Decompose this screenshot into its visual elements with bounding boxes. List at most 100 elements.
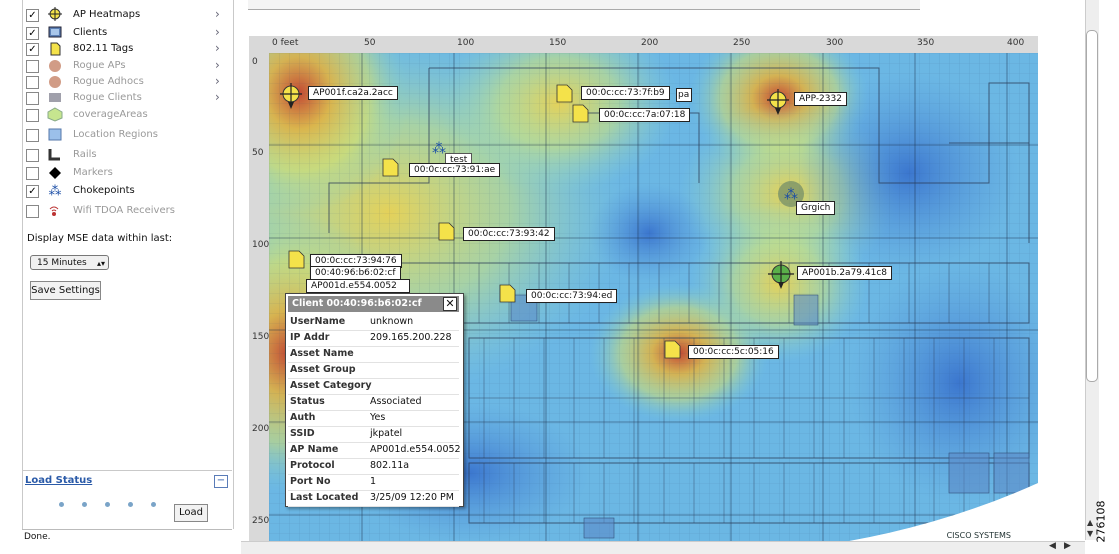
popup-row: Last Located 3/25/09 12:20 PM	[288, 490, 459, 507]
client-label-hidden[interactable]: pa	[676, 88, 692, 102]
popup-field-value: Yes	[370, 412, 386, 423]
rogue-ap-icon	[47, 58, 65, 73]
layer-label: Rails	[73, 149, 97, 160]
layer-checkbox[interactable]: ✓	[26, 43, 39, 56]
layer-panel: ✓ AP Heatmaps › ✓ Clients › ✓ 802.11 Tags › Rogue…	[0, 0, 240, 554]
layer-row[interactable]: ✓ 802.11 Tags ›	[25, 41, 225, 57]
tags-icon	[47, 41, 65, 56]
ap-label[interactable]: AP001b.2a79.41c8	[797, 266, 893, 280]
tag-label[interactable]: 00:0c:cc:7a:07:18	[599, 108, 691, 122]
horizontal-scrollbar[interactable]	[241, 541, 1085, 554]
close-icon[interactable]: ✕	[443, 297, 457, 311]
layer-row[interactable]: ✓ Clients ›	[25, 25, 225, 41]
vertical-scroll-thumb[interactable]	[1086, 30, 1098, 382]
chevron-right-icon[interactable]: ›	[215, 25, 220, 39]
status-text: Done.	[24, 532, 51, 542]
chevron-right-icon[interactable]: ›	[215, 90, 220, 104]
chokepoint-label[interactable]: Grgich	[796, 201, 836, 215]
layer-row[interactable]: ✓ ⁂ Chokepoints	[25, 183, 225, 199]
ap-label[interactable]: APP-2332	[794, 92, 847, 106]
layer-label: coverageAreas	[73, 109, 148, 120]
marker-icon	[47, 165, 65, 180]
scroll-up-icon[interactable]: ▲	[1087, 518, 1093, 527]
layer-checkbox[interactable]	[26, 205, 39, 218]
ruler-tick-x: 50	[364, 38, 376, 48]
layer-checkbox[interactable]	[26, 167, 39, 180]
layer-row[interactable]: Rogue Adhocs ›	[25, 74, 225, 90]
svg-text:⁂: ⁂	[432, 141, 446, 157]
popup-field-label: Auth	[290, 412, 316, 423]
layer-row[interactable]: Rogue Clients ›	[25, 90, 225, 106]
layer-checkbox[interactable]: ✓	[26, 185, 39, 198]
popup-field-value: AP001d.e554.0052	[370, 444, 461, 455]
ap-label-hidden[interactable]: AP001d.e554.0052	[306, 279, 410, 293]
collapse-button[interactable]: −	[214, 475, 228, 488]
tdoa-receiver-icon	[47, 203, 65, 218]
layer-checkbox[interactable]	[26, 76, 39, 89]
layer-row[interactable]: Wifi TDOA Receivers	[25, 203, 225, 219]
rails-icon	[47, 147, 65, 162]
chevron-right-icon[interactable]: ›	[215, 58, 220, 72]
popup-row: AP Name AP001d.e554.0052	[288, 442, 461, 459]
layer-row[interactable]: Markers	[25, 165, 225, 181]
load-button[interactable]: Load	[174, 504, 208, 522]
layer-row[interactable]: ✓ AP Heatmaps ›	[25, 7, 225, 23]
ruler-tick-y: 200	[252, 424, 270, 434]
select-arrows-icon: ▴▾	[96, 259, 105, 268]
tag-label[interactable]: 00:0c:cc:73:94:ed	[526, 289, 618, 303]
scroll-right-icon[interactable]: ▶	[1064, 541, 1071, 551]
scroll-down-icon[interactable]: ▼	[1087, 529, 1093, 538]
chevron-right-icon[interactable]: ›	[215, 74, 220, 88]
mse-time-select[interactable]: 15 Minutes ▴▾	[30, 255, 109, 270]
layer-label: Location Regions	[73, 129, 158, 140]
popup-row: UserName unknown	[288, 314, 459, 331]
popup-row: IP Addr 209.165.200.228	[288, 330, 459, 347]
progress-dot	[82, 502, 87, 507]
tag-label[interactable]: 00:0c:cc:73:91:ae	[409, 163, 501, 177]
load-status-title[interactable]: Load Status	[25, 475, 92, 486]
ruler-tick-y: 0	[252, 57, 258, 67]
layer-row[interactable]: coverageAreas	[25, 107, 225, 123]
ruler-tick-x: 250	[733, 38, 751, 48]
chevron-right-icon[interactable]: ›	[215, 7, 220, 21]
tag-icon	[382, 158, 399, 177]
popup-row: Auth Yes	[288, 410, 459, 427]
client-label[interactable]: 00:40:96:b6:02:cf	[310, 266, 401, 280]
ap-heatmap-icon	[47, 7, 65, 22]
layer-checkbox[interactable]	[26, 129, 39, 142]
layer-checkbox[interactable]	[26, 60, 39, 73]
tag-icon	[664, 340, 681, 359]
layer-checkbox[interactable]: ✓	[26, 27, 39, 40]
layer-row[interactable]: Rails	[25, 147, 225, 163]
layer-row[interactable]: Location Regions	[25, 127, 225, 143]
layer-label: Chokepoints	[73, 185, 135, 196]
layer-row[interactable]: Rogue APs ›	[25, 58, 225, 74]
layer-checkbox[interactable]	[26, 149, 39, 162]
layer-checkbox[interactable]: ✓	[26, 9, 39, 22]
layer-checkbox[interactable]	[26, 92, 39, 105]
layer-label: Markers	[73, 167, 113, 178]
layer-list: ✓ AP Heatmaps › ✓ Clients › ✓ 802.11 Tags › Rogue…	[22, 0, 234, 529]
save-settings-button[interactable]: Save Settings	[30, 281, 101, 300]
ruler-tick-x: 150	[549, 38, 567, 48]
tag-icon	[556, 84, 573, 103]
svg-text:⁂: ⁂	[49, 184, 62, 198]
ruler-vertical	[249, 53, 269, 541]
layer-label: Wifi TDOA Receivers	[73, 205, 175, 216]
tag-label[interactable]: 00:0c:cc:5c:05:16	[688, 345, 779, 359]
layer-checkbox[interactable]	[26, 109, 39, 122]
mse-time-label: Display MSE data within last:	[27, 233, 173, 244]
chevron-right-icon[interactable]: ›	[215, 41, 220, 55]
ap-label[interactable]: AP001f.ca2a.2acc	[308, 86, 398, 100]
tag-icon	[499, 284, 516, 303]
tag-label[interactable]: 00:0c:cc:73:93:42	[463, 227, 555, 241]
popup-row: Asset Category	[288, 378, 459, 395]
popup-header: Client 00:40:96:b6:02:cf ✕	[288, 296, 459, 312]
scroll-left-icon[interactable]: ◀	[1049, 541, 1056, 551]
popup-field-value: jkpatel	[370, 428, 403, 439]
layer-label: Clients	[73, 27, 108, 38]
chokepoint-icon: ⁂	[47, 183, 65, 199]
browser-status-bar: Done.	[22, 529, 232, 554]
location-region-icon	[47, 127, 65, 142]
tag-label[interactable]: 00:0c:cc:73:7f:b9	[581, 86, 670, 100]
